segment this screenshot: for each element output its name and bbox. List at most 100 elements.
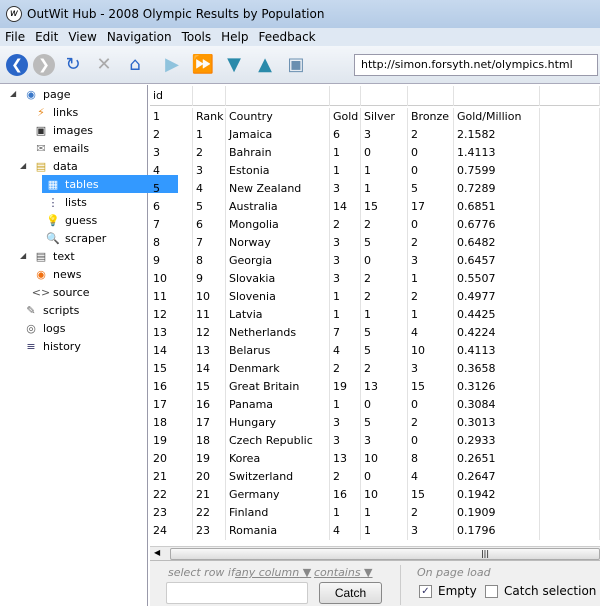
expand-toggle-icon[interactable]: ◢ (20, 251, 26, 260)
sidebar-item-guess[interactable]: 💡 guess (46, 211, 97, 229)
home-icon[interactable]: ⌂ (122, 52, 148, 78)
menu-navigation[interactable]: Navigation (102, 30, 177, 44)
sidebar-item-page[interactable]: ◉ page (24, 85, 70, 103)
table-row[interactable]: 19 18 Czech Republic 3 3 0 0.2933 (150, 432, 600, 450)
menu-view[interactable]: View (63, 30, 101, 44)
table-row[interactable]: 1 Rank Country Gold Silver Bronze Gold/Million (150, 108, 600, 126)
table-cell (540, 288, 600, 306)
column-header[interactable]: id (150, 86, 193, 106)
table-row[interactable]: 7 6 Mongolia 2 2 0 0.6776 (150, 216, 600, 234)
sidebar-item-history[interactable]: ≡ history (24, 337, 80, 355)
table-row[interactable]: 16 15 Great Britain 19 13 15 0.3126 (150, 378, 600, 396)
column-header[interactable] (408, 86, 454, 106)
sidebar-item-images[interactable]: ▣ images (34, 121, 93, 139)
table-cell: 0.1942 (454, 486, 540, 504)
table-cell: Mongolia (226, 216, 330, 234)
table-row[interactable]: 21 20 Switzerland 2 0 4 0.2647 (150, 468, 600, 486)
any-column-dropdown[interactable]: any column ▼ (235, 566, 311, 579)
sidebar-item-scraper[interactable]: 🔍 scraper (46, 229, 106, 247)
sidebar-item-text[interactable]: ▤ text (34, 247, 75, 265)
sidebar-item-logs[interactable]: ◎ logs (24, 319, 66, 337)
table-cell: 1 (150, 108, 193, 126)
forward-icon[interactable]: ❯ (33, 53, 55, 76)
reload-icon[interactable]: ↻ (60, 52, 86, 78)
column-header[interactable] (330, 86, 361, 106)
table-cell: 19 (150, 432, 193, 450)
table-row[interactable]: 8 7 Norway 3 5 2 0.6482 (150, 234, 600, 252)
history-icon: ≡ (26, 339, 36, 353)
down-arrow-icon[interactable]: ▼ (221, 52, 247, 78)
table-row[interactable]: 3 2 Bahrain 1 0 0 1.4113 (150, 144, 600, 162)
table-row[interactable]: 17 16 Panama 1 0 0 0.3084 (150, 396, 600, 414)
play-icon[interactable]: ▶ (159, 52, 185, 78)
table-row[interactable]: 9 8 Georgia 3 0 3 0.6457 (150, 252, 600, 270)
table-cell: 10 (150, 270, 193, 288)
table-cell: 1 (361, 180, 408, 198)
table-cell: Australia (226, 198, 330, 216)
expand-toggle-icon[interactable]: ◢ (20, 161, 26, 170)
sidebar-item-label: logs (43, 321, 66, 335)
table-row[interactable]: 22 21 Germany 16 10 15 0.1942 (150, 486, 600, 504)
table-cell: 15 (361, 198, 408, 216)
sidebar-item-source[interactable]: <> source (32, 283, 90, 301)
table-row[interactable]: 2 1 Jamaica 6 3 2 2.1582 (150, 126, 600, 144)
column-header[interactable] (226, 86, 330, 106)
table-cell: 0.1796 (454, 522, 540, 540)
table-cell: 0.6482 (454, 234, 540, 252)
table-cell: 0.4425 (454, 306, 540, 324)
column-header[interactable] (193, 86, 226, 106)
sidebar-item-emails[interactable]: ✉ emails (34, 139, 89, 157)
table-cell: 0 (408, 216, 454, 234)
table-row[interactable]: 23 22 Finland 1 1 2 0.1909 (150, 504, 600, 522)
column-header[interactable] (540, 86, 600, 106)
table-cell: 0.2933 (454, 432, 540, 450)
catch-button[interactable]: Catch (319, 582, 382, 604)
table-row[interactable]: 14 13 Belarus 4 5 10 0.4113 (150, 342, 600, 360)
table-row[interactable]: 13 12 Netherlands 7 5 4 0.4224 (150, 324, 600, 342)
menu-feedback[interactable]: Feedback (253, 30, 320, 44)
table-row[interactable]: 10 9 Slovakia 3 2 1 0.5507 (150, 270, 600, 288)
table-cell: Denmark (226, 360, 330, 378)
menu-edit[interactable]: Edit (30, 30, 63, 44)
table-row[interactable]: 18 17 Hungary 3 5 2 0.3013 (150, 414, 600, 432)
up-arrow-icon[interactable]: ▲ (252, 52, 278, 78)
table-row[interactable]: 20 19 Korea 13 10 8 0.2651 (150, 450, 600, 468)
lightbulb-icon: 💡 (46, 213, 60, 227)
images-view-icon[interactable]: ▣ (283, 52, 309, 78)
table-cell: 2 (330, 468, 361, 486)
menu-file[interactable]: File (0, 30, 30, 44)
sidebar-item-data[interactable]: ▤ data (34, 157, 78, 175)
table-header[interactable]: id (150, 86, 600, 106)
fast-forward-icon[interactable]: ⏩ (190, 52, 216, 78)
table-cell: 2 (361, 360, 408, 378)
sidebar-item-links[interactable]: ⚡ links (34, 103, 78, 121)
sidebar-item-news[interactable]: ◉ news (34, 265, 81, 283)
sidebar-item-scripts[interactable]: ✎ scripts (24, 301, 79, 319)
table-row[interactable]: 4 3 Estonia 1 1 0 0.7599 (150, 162, 600, 180)
url-field[interactable]: http://simon.forsyth.net/olympics.html (354, 54, 598, 76)
table-row[interactable]: 5 4 New Zealand 3 1 5 0.7289 (150, 180, 600, 198)
column-header[interactable] (361, 86, 408, 106)
table-row[interactable]: 12 11 Latvia 1 1 1 0.4425 (150, 306, 600, 324)
catch-selection-checkbox[interactable] (485, 585, 498, 598)
scrollbar-thumb[interactable]: ||| (170, 548, 600, 560)
table-row[interactable]: 24 23 Romania 4 1 3 0.1796 (150, 522, 600, 540)
empty-checkbox[interactable]: ✓ (419, 585, 432, 598)
expand-toggle-icon[interactable]: ◢ (10, 89, 16, 98)
horizontal-scrollbar[interactable]: ◀ ||| (150, 546, 600, 560)
table-cell: 3 (150, 144, 193, 162)
filter-input[interactable] (166, 582, 308, 604)
contains-dropdown[interactable]: contains ▼ (314, 566, 373, 579)
table-row[interactable]: 6 5 Australia 14 15 17 0.6851 (150, 198, 600, 216)
back-icon[interactable]: ❮ (6, 53, 28, 76)
column-header[interactable] (454, 86, 540, 106)
stop-icon[interactable]: ✕ (91, 52, 117, 78)
table-row[interactable]: 11 10 Slovenia 1 2 2 0.4977 (150, 288, 600, 306)
table-row[interactable]: 15 14 Denmark 2 2 3 0.3658 (150, 360, 600, 378)
menu-help[interactable]: Help (216, 30, 253, 44)
menu-tools[interactable]: Tools (177, 30, 217, 44)
list-icon: ⋮ (47, 195, 59, 209)
scroll-left-icon[interactable]: ◀ (154, 548, 160, 557)
table-cell: 0.7289 (454, 180, 540, 198)
sidebar-item-lists[interactable]: ⋮ lists (46, 193, 87, 211)
